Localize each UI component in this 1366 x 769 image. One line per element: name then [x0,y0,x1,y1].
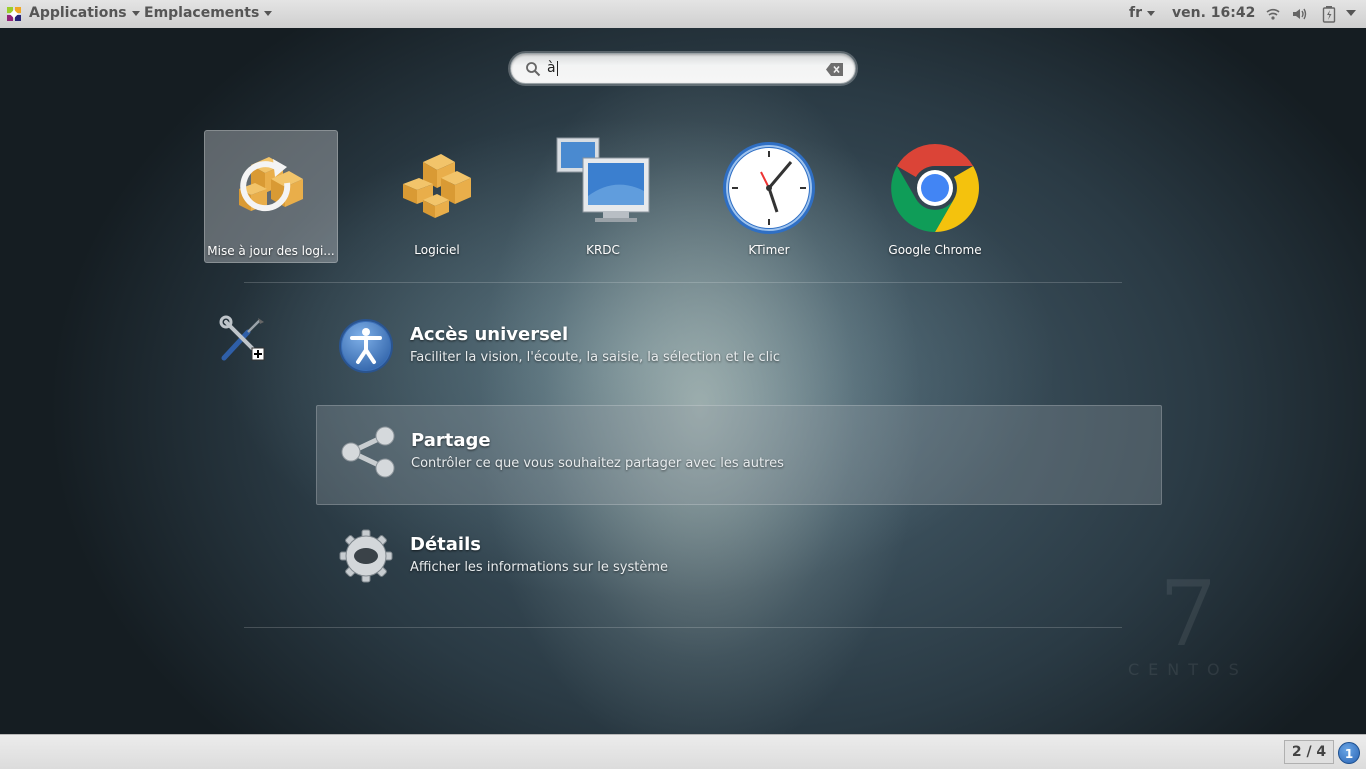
workspace-indicator[interactable]: 2 / 4 [1284,740,1334,764]
places-menu[interactable]: Emplacements [144,5,273,21]
result-title: Détails [410,534,481,555]
result-title: Partage [411,430,491,451]
software-packages-icon [403,154,471,218]
clock[interactable]: ven. 16:42 [1172,5,1255,21]
software-update-icon [239,157,303,212]
app-label: KRDC [586,243,620,257]
app-google-chrome[interactable]: Google Chrome [868,130,1002,263]
result-description: Afficher les informations sur le système [410,560,669,575]
clock-icon [723,142,815,234]
top-bar: Applications Emplacements fr ven. 16:42 [0,0,1366,29]
language-menu[interactable]: fr [1129,5,1155,21]
search-input[interactable]: à [510,53,856,84]
remote-desktop-icon [556,137,650,222]
places-label: Emplacements [144,5,260,21]
share-icon [341,426,395,478]
chrome-icon [891,144,979,232]
app-label: Mise à jour des logi... [207,244,335,258]
language-label: fr [1129,5,1142,21]
watermark-number: 7 [1159,562,1217,667]
app-software-update[interactable]: Mise à jour des logi... [204,130,338,263]
app-label: Google Chrome [888,243,982,257]
app-krdc[interactable]: KRDC [536,130,670,263]
app-label: KTimer [748,243,790,257]
wifi-icon[interactable] [1266,7,1280,21]
centos-watermark: 7 CENTOS [1128,562,1248,680]
result-description: Contrôler ce que vous souhaitez partager… [411,456,784,471]
chevron-down-icon [264,10,273,16]
search-text: à [547,60,556,76]
battery-icon[interactable] [1322,5,1336,23]
watermark-word: CENTOS [1128,660,1248,679]
result-universal-access[interactable]: Accès universel Faciliter la vision, l'é… [316,300,1162,400]
tools-icon[interactable] [218,314,268,364]
search-icon [526,62,541,77]
centos-logo-icon [7,7,21,21]
system-menu-chevron-icon[interactable] [1346,10,1356,18]
bottom-bar: 2 / 4 1 [0,734,1366,769]
app-label: Logiciel [414,243,460,257]
volume-icon[interactable] [1292,6,1308,22]
chevron-down-icon [131,10,140,16]
applications-menu[interactable]: Applications [29,5,140,21]
result-sharing[interactable]: Partage Contrôler ce que vous souhaitez … [316,405,1162,505]
result-description: Faciliter la vision, l'écoute, la saisie… [410,350,781,365]
result-details[interactable]: Détails Afficher les informations sur le… [316,510,1162,610]
applications-label: Applications [29,5,127,21]
app-software[interactable]: Logiciel [370,130,504,263]
text-cursor [556,60,558,76]
separator [244,627,1122,628]
gear-icon [339,529,393,583]
separator [244,282,1122,283]
search-value: à [547,60,558,76]
chevron-down-icon [1147,10,1155,16]
accessibility-icon [339,319,393,373]
notification-badge[interactable]: 1 [1338,742,1360,764]
clear-search-icon[interactable] [826,63,844,76]
result-title: Accès universel [410,324,569,345]
app-ktimer[interactable]: KTimer [702,130,836,263]
